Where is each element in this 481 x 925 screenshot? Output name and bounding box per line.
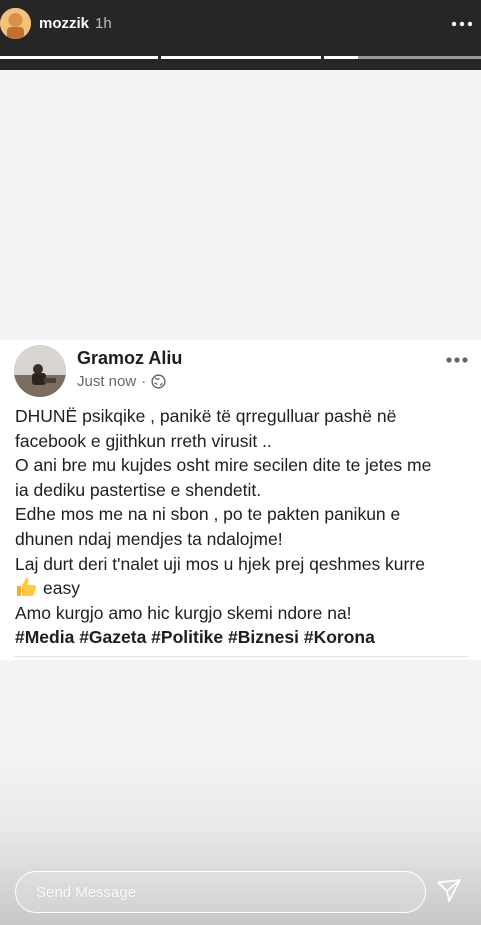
story-progress-bar xyxy=(0,56,481,59)
story-time: 1h xyxy=(95,15,112,32)
facebook-post-card: Gramoz Aliu Just now · DHUNË psikqike , … xyxy=(0,340,481,660)
post-timestamp[interactable]: Just now xyxy=(77,373,136,390)
post-line: Amo kurgjo amo hic kurgjo skemi ndore na… xyxy=(15,602,352,623)
progress-segment xyxy=(324,56,358,59)
story-avatar[interactable] xyxy=(0,8,31,39)
meta-separator: · xyxy=(141,373,147,390)
post-hashtags[interactable]: #Media #Gazeta #Politike #Biznesi #Koron… xyxy=(15,625,471,650)
progress-segment xyxy=(358,56,481,59)
post-line: DHUNË psikqike , panikë të qrregulluar p… xyxy=(15,406,397,426)
author-name[interactable]: Gramoz Aliu xyxy=(77,348,182,369)
thumbs-up-icon xyxy=(17,578,36,597)
author-photo-icon xyxy=(14,345,66,397)
author-avatar[interactable] xyxy=(14,345,66,397)
send-message-placeholder: Send Message xyxy=(36,883,137,901)
divider xyxy=(14,656,469,657)
more-options-icon[interactable] xyxy=(451,14,473,34)
send-message-input[interactable]: Send Message xyxy=(15,871,426,913)
progress-segment xyxy=(161,56,321,59)
post-meta: Just now · xyxy=(77,373,166,390)
story-username[interactable]: mozzik xyxy=(39,15,89,32)
post-options-icon[interactable] xyxy=(445,352,469,368)
post-line: facebook e gjithkun rreth virusit .. xyxy=(15,430,272,451)
post-line: Edhe mos me na ni sbon , po te pakten pa… xyxy=(15,504,401,525)
post-line: Laj durt deri t'nalet uji mos u hjek pre… xyxy=(15,553,425,574)
post-text: DHUNË psikqike , panikë të qrregulluar p… xyxy=(15,404,471,650)
post-line-emoji: easy xyxy=(15,576,471,601)
post-line: O ani bre mu kujdes osht mire secilen di… xyxy=(15,455,432,476)
send-icon[interactable] xyxy=(436,878,462,904)
post-line: ia dediku pastertise e shendetit. xyxy=(15,479,262,500)
post-line: dhunen ndaj mendjes ta ndalojme! xyxy=(15,528,283,549)
story-header: mozzik 1h xyxy=(0,0,481,70)
progress-segment xyxy=(0,56,158,59)
emoji-line-text: easy xyxy=(43,578,80,599)
globe-icon xyxy=(151,374,166,389)
profile-photo-icon xyxy=(0,8,31,39)
